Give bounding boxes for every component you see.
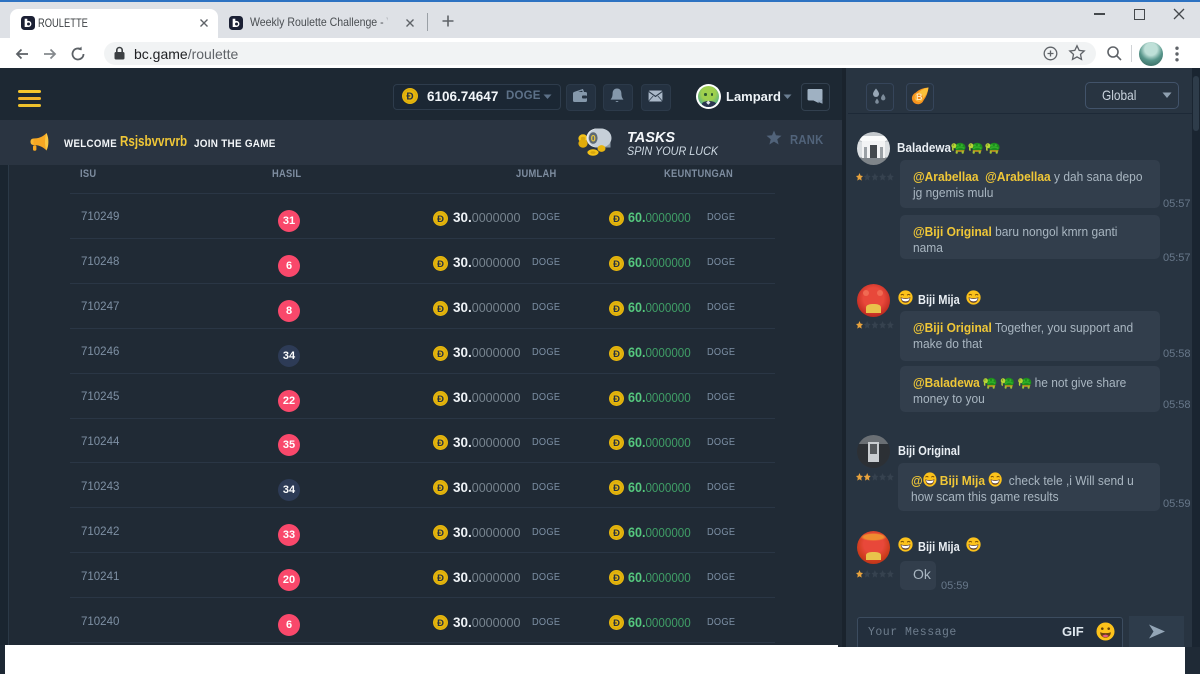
svg-text:B: B — [916, 92, 923, 102]
svg-text:0: 0 — [591, 133, 596, 143]
svg-text:Ð: Ð — [613, 259, 620, 270]
svg-text:Ð: Ð — [613, 304, 620, 315]
svg-text:Ð: Ð — [437, 483, 444, 494]
svg-text:Ð: Ð — [437, 528, 444, 539]
svg-text:Ð: Ð — [437, 349, 444, 360]
svg-text:Ð: Ð — [613, 618, 620, 629]
svg-text:Ð: Ð — [406, 92, 413, 103]
svg-text:Ð: Ð — [613, 438, 620, 449]
svg-text:Ð: Ð — [437, 573, 444, 584]
svg-text:Ð: Ð — [437, 259, 444, 270]
svg-text:Ð: Ð — [613, 573, 620, 584]
svg-text:Ð: Ð — [613, 214, 620, 225]
svg-text:Ð: Ð — [613, 483, 620, 494]
svg-text:Ð: Ð — [613, 394, 620, 405]
svg-text:Ð: Ð — [437, 618, 444, 629]
svg-text:Ð: Ð — [437, 438, 444, 449]
svg-text:Ð: Ð — [437, 214, 444, 225]
svg-text:Ð: Ð — [437, 304, 444, 315]
svg-text:Ð: Ð — [613, 528, 620, 539]
svg-text:Ð: Ð — [437, 394, 444, 405]
svg-text:Ð: Ð — [613, 349, 620, 360]
